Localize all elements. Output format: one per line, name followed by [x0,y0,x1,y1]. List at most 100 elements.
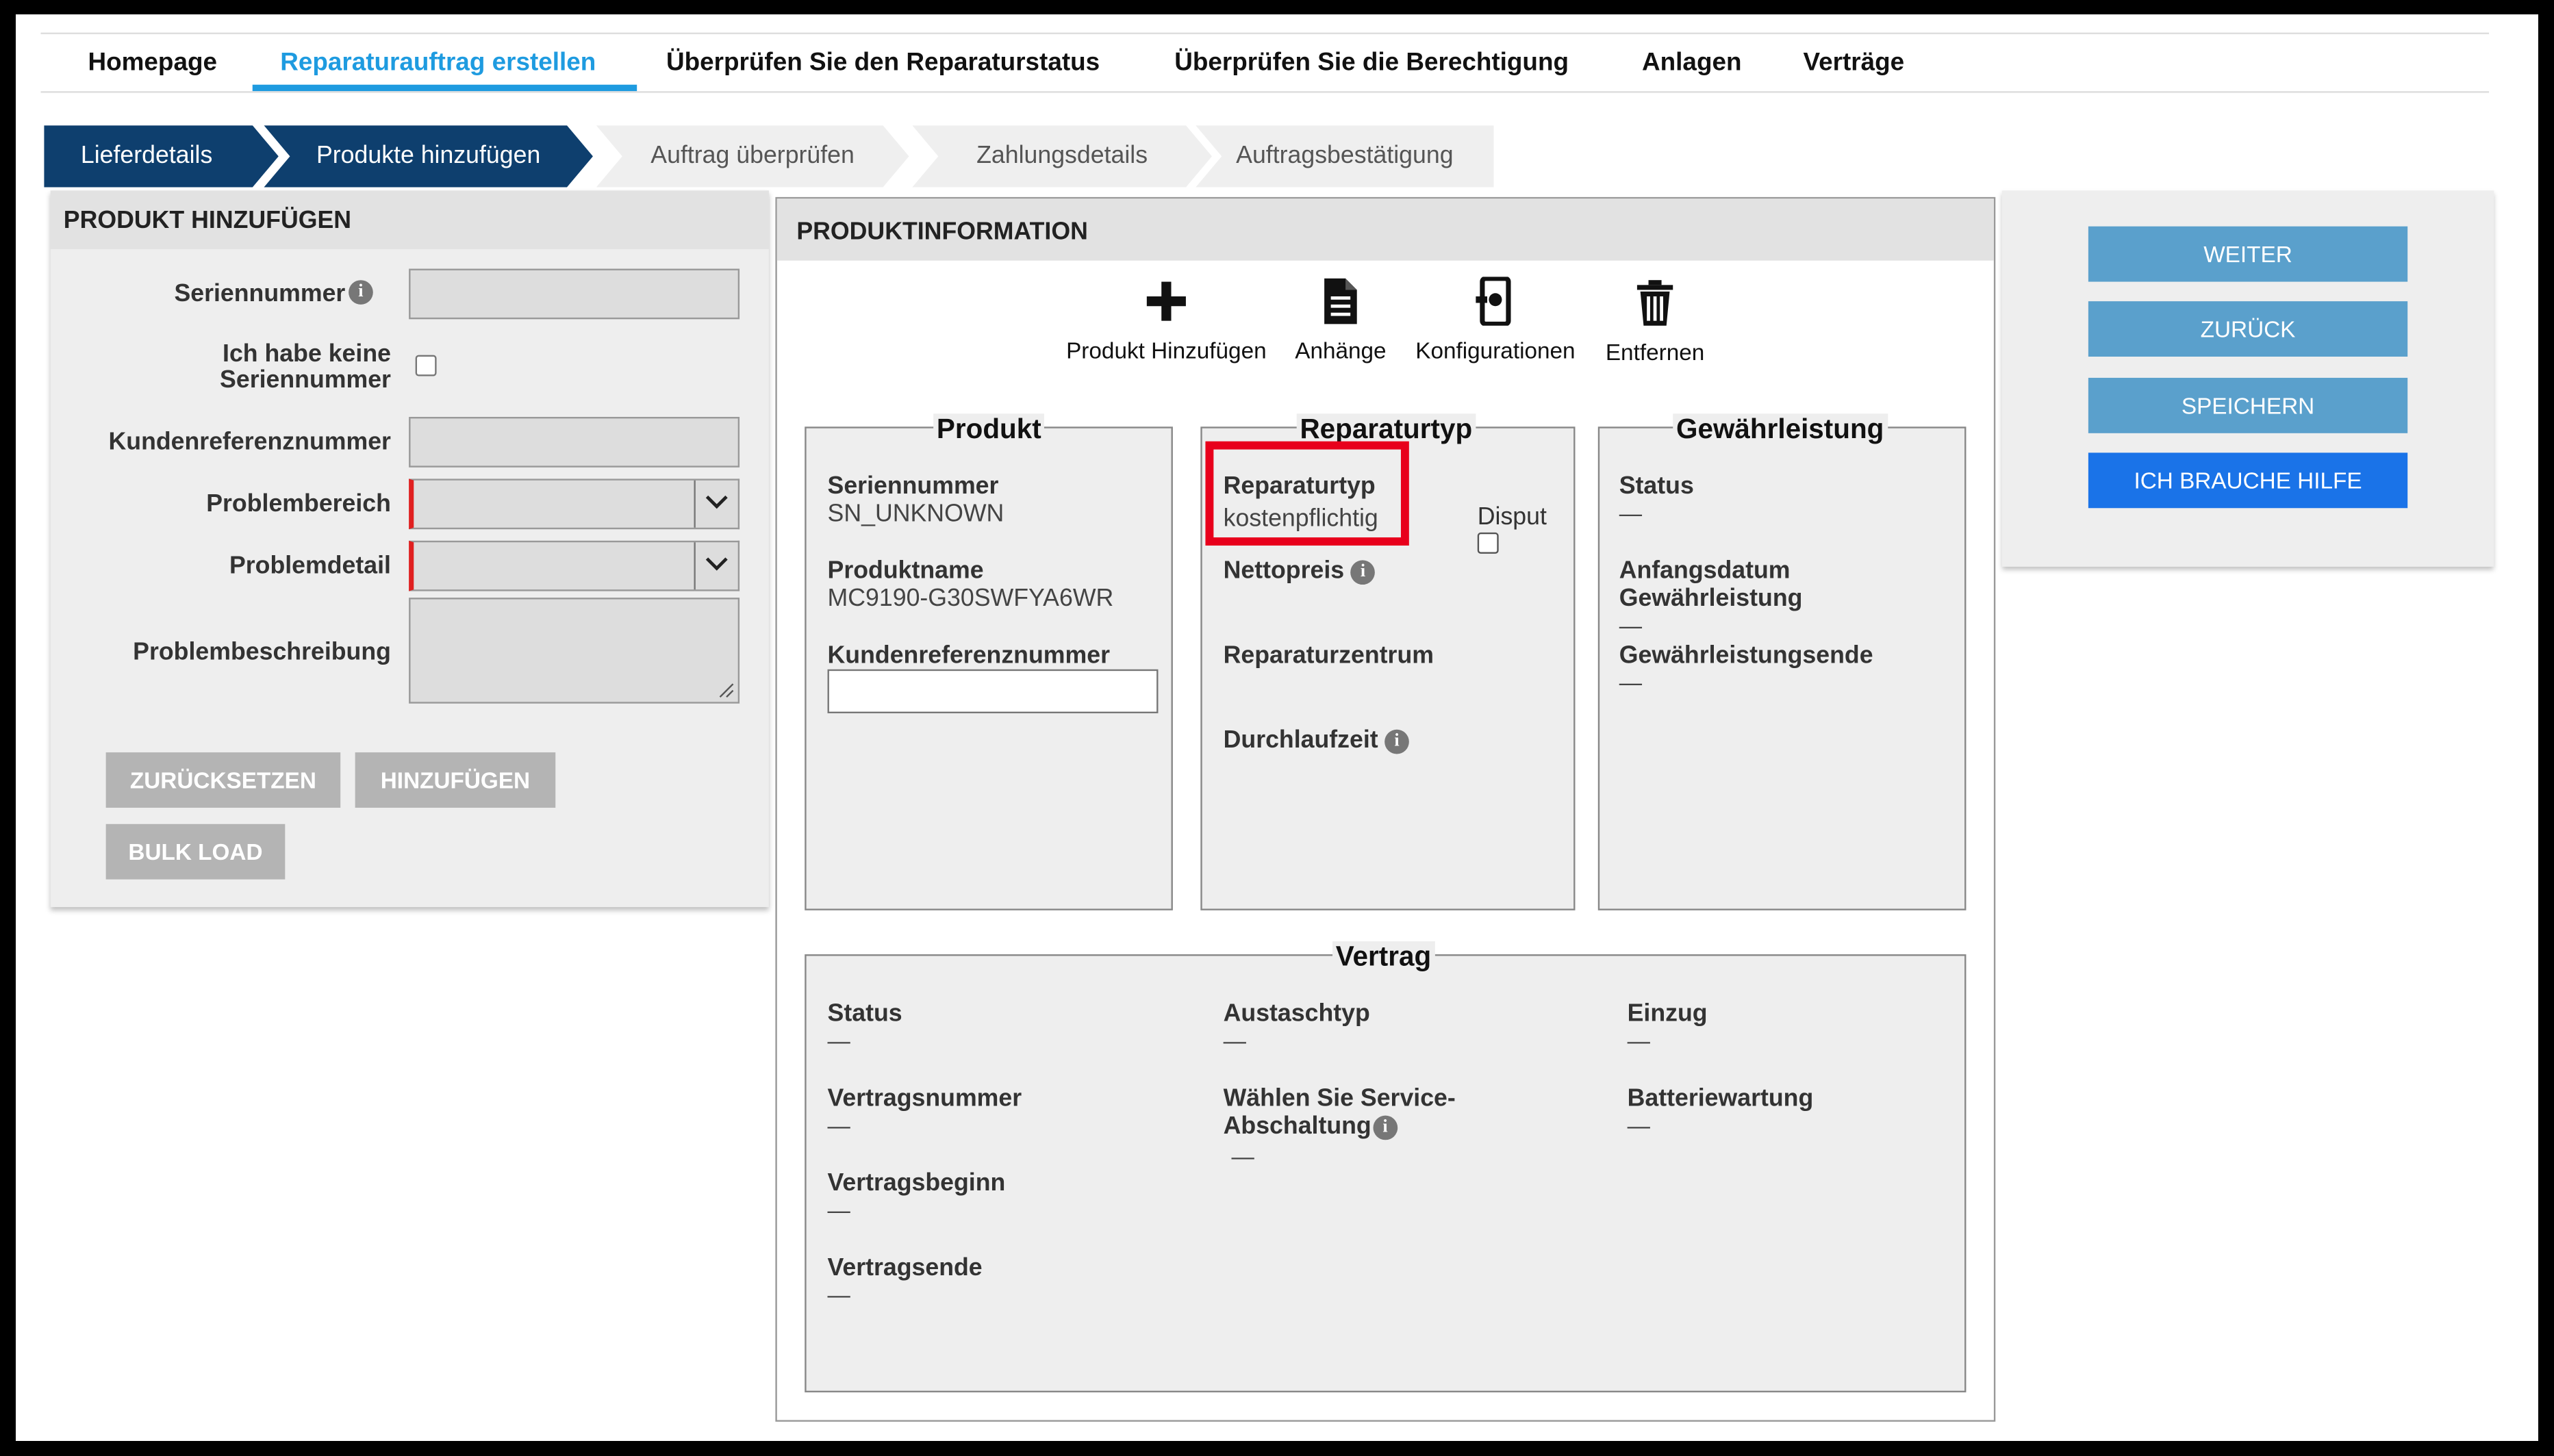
bulk-load-button[interactable]: BULK LOAD [105,823,286,880]
contract-begin-label: Vertragsbeginn [827,1169,1006,1197]
attachments-tool[interactable]: Anhänge [1287,277,1394,363]
problem-area-select[interactable] [409,478,740,530]
repair-type-label: Reparaturtyp [1223,472,1376,500]
serial-number-label: Seriennummer [174,280,346,308]
contract-status-label: Status [827,999,902,1028]
info-icon[interactable]: i [1373,1114,1398,1140]
service-shutdown-value: — [1231,1143,1254,1170]
warranty-start-label-line2: Gewährleistung [1619,585,1803,613]
step-payment-details[interactable]: Zahlungsdetails [912,125,1212,187]
customer-reference-input[interactable] [409,417,740,468]
problem-area-label: Problembereich [206,490,391,518]
add-button[interactable]: HINZUFÜGEN [355,752,556,808]
collection-label: Einzug [1627,999,1708,1028]
add-product-tool[interactable]: Produkt Hinzufügen [1059,277,1274,363]
repair-type-value: kostenpflichtig [1223,505,1378,533]
product-name-value: MC9190-G30SWFYA6WR [827,585,1114,613]
attachments-tool-label: Anhänge [1295,337,1387,363]
product-serial-label: Seriennummer [827,472,999,500]
step-order-confirmation[interactable]: Auftragsbestätigung [1196,125,1494,188]
exchange-type-value: — [1223,1027,1246,1054]
remove-tool[interactable]: Entfernen [1596,277,1713,365]
warranty-box-title: Gewährleistung [1673,413,1888,446]
warranty-status-label: Status [1619,472,1694,500]
service-shutdown-label-line2-row: Abschaltung i [1224,1112,1456,1140]
step-delivery-details[interactable]: Lieferdetails [44,125,279,187]
contract-end-label: Vertragsende [827,1253,983,1282]
contract-end-value: — [827,1281,850,1308]
warranty-start-label-line1: Anfangsdatum [1619,557,1791,585]
step-review-order[interactable]: Auftrag überprüfen [596,125,909,187]
nav-top-divider [40,32,2490,34]
nav-check-repair-status[interactable]: Überprüfen Sie den Reparaturstatus [666,49,1100,78]
service-shutdown-label-line2: Abschaltung [1223,1112,1371,1140]
add-product-tool-label: Produkt Hinzufügen [1066,337,1267,363]
info-icon[interactable]: i [349,280,373,305]
product-reference-label: Kundenreferenznummer [827,641,1110,669]
warranty-status-value: — [1619,500,1643,526]
customer-reference-label: Kundenreferenznummer [108,428,391,457]
warranty-start-label: Anfangsdatum Gewährleistung [1619,557,1803,613]
problem-description-label: Problembeschreibung [133,638,391,667]
help-button[interactable]: ICH BRAUCHE HILFE [2088,452,2408,509]
nav-bottom-divider [40,91,2490,93]
nav-create-repair-order[interactable]: Reparaturauftrag erstellen [280,49,596,78]
product-name-label: Produktname [827,557,984,585]
configurations-tool-label: Konfigurationen [1415,337,1576,363]
net-price-label-text: Nettopreis [1223,557,1345,585]
warranty-start-value: — [1619,612,1643,639]
contract-begin-value: — [827,1197,850,1223]
product-information-title: PRODUKTINFORMATION [796,218,1088,246]
info-icon[interactable]: i [1385,728,1409,754]
collection-value: — [1627,1027,1650,1054]
nav-contracts[interactable]: Verträge [1804,49,1905,78]
resize-handle-icon[interactable] [718,682,735,699]
turnaround-label: Durchlaufzeit i [1224,726,1409,754]
info-icon[interactable]: i [1350,559,1376,584]
repair-center-label: Reparaturzentrum [1223,641,1434,669]
nav-active-indicator [252,84,637,92]
nav-assets[interactable]: Anlagen [1642,49,1741,78]
plus-icon [1146,281,1186,321]
page: Homepage Reparaturauftrag erstellen Über… [16,14,2538,1441]
browser-viewport: Homepage Reparaturauftrag erstellen Über… [16,14,2538,1441]
reset-button[interactable]: ZURÜCKSETZEN [105,752,341,808]
no-serial-label: Ich habe keine Seriennummer [98,340,391,394]
warranty-end-label: Gewährleistungsende [1619,641,1873,669]
no-serial-checkbox[interactable] [415,355,437,376]
product-reference-input[interactable] [827,669,1159,714]
service-shutdown-label-line1: Wählen Sie Service- [1223,1084,1456,1112]
serial-number-input[interactable] [409,268,740,320]
problem-detail-label: Problemdetail [229,552,391,580]
product-box-title: Produkt [933,413,1045,446]
next-button[interactable]: WEITER [2088,226,2408,282]
no-serial-label-line1: Ich habe keine [223,340,391,368]
back-button[interactable]: ZURÜCK [2088,301,2408,357]
no-serial-label-line2: Seriennummer [220,366,391,394]
turnaround-label-text: Durchlaufzeit [1223,726,1378,754]
net-price-label: Nettopreis i [1224,557,1376,585]
problem-detail-select[interactable] [409,540,740,591]
add-product-title: PRODUKT HINZUFÜGEN [63,207,352,235]
dispute-label: Disput [1477,503,1547,531]
device-settings-icon [1476,276,1511,327]
chevron-down-icon [694,542,737,590]
exchange-type-label: Austaschtyp [1223,999,1370,1028]
contract-number-value: — [827,1112,850,1138]
trash-icon [1636,280,1673,326]
step-add-products[interactable]: Produkte hinzufügen [264,125,593,187]
service-shutdown-label: Wählen Sie Service- Abschaltung i [1224,1084,1456,1140]
contract-box-title: Vertrag [1332,941,1434,974]
configurations-tool[interactable]: Konfigurationen [1411,276,1580,363]
nav-check-eligibility[interactable]: Überprüfen Sie die Berechtigung [1174,49,1569,78]
chevron-down-icon [694,480,737,528]
remove-tool-label: Entfernen [1605,338,1705,365]
warranty-end-value: — [1619,669,1643,695]
problem-description-textarea[interactable] [409,598,740,704]
product-serial-value: SN_UNKNOWN [827,500,1004,528]
save-button[interactable]: SPEICHERN [2088,377,2408,433]
contract-status-value: — [827,1027,850,1054]
battery-maintenance-label: Batteriewartung [1627,1084,1814,1112]
nav-homepage[interactable]: Homepage [88,49,217,78]
dispute-checkbox[interactable] [1477,532,1499,554]
